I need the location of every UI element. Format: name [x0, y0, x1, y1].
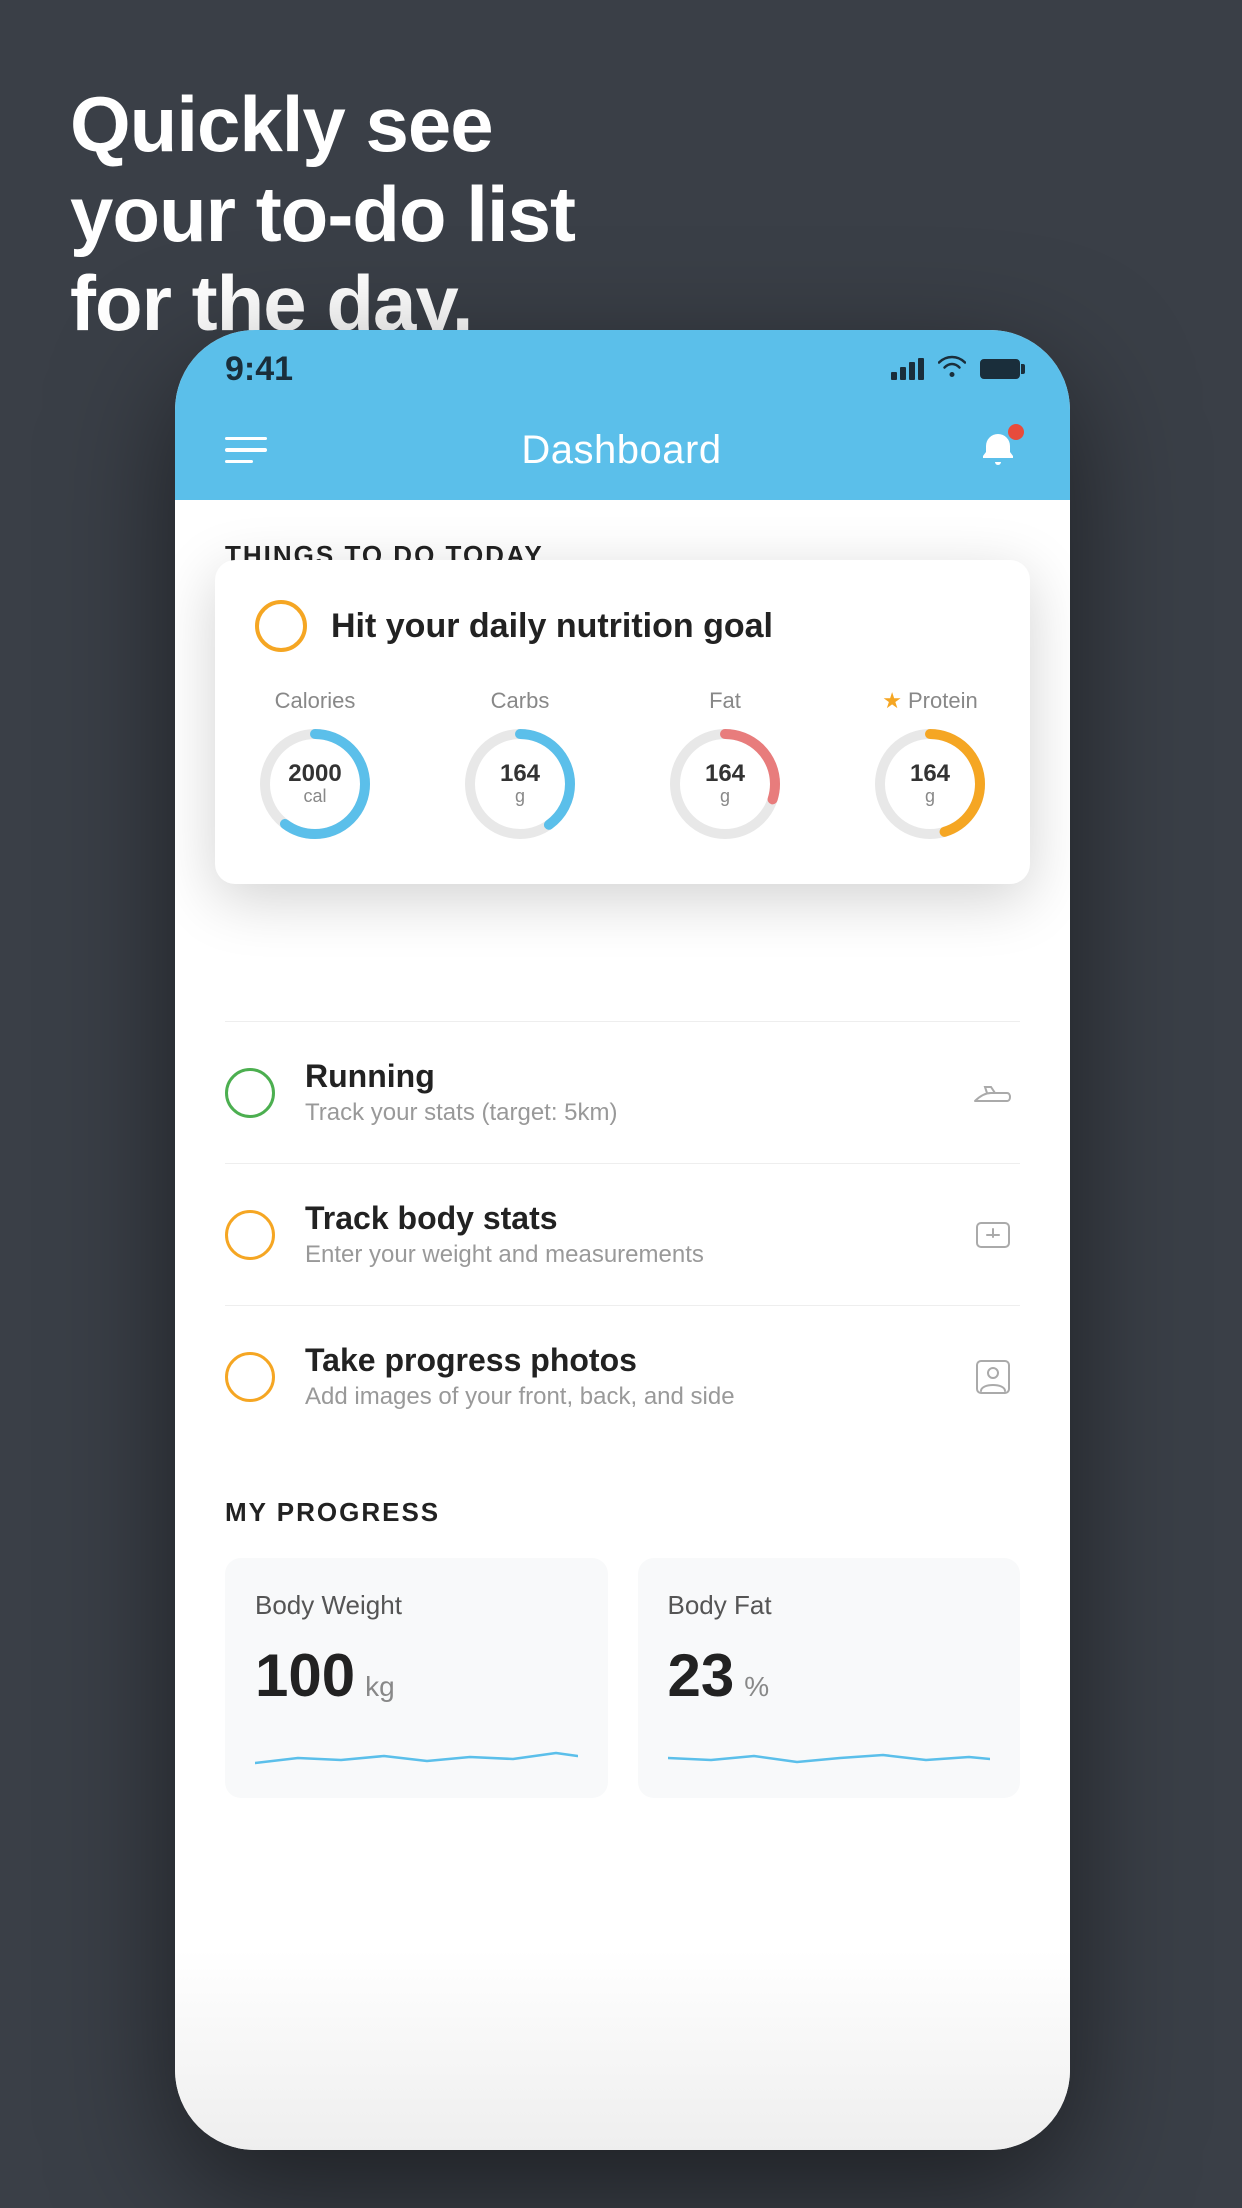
body-stats-title: Track body stats	[305, 1200, 936, 1237]
signal-icon	[891, 358, 924, 380]
nav-title: Dashboard	[521, 428, 721, 473]
body-weight-card[interactable]: Body Weight 100 kg	[225, 1558, 608, 1798]
body-fat-unit: %	[744, 1671, 769, 1703]
status-time: 9:41	[225, 350, 293, 389]
body-fat-chart	[668, 1728, 991, 1778]
page-headline: Quickly see your to-do list for the day.	[70, 80, 575, 349]
nutrition-card-title: Hit your daily nutrition goal	[331, 607, 773, 646]
body-fat-value: 23 %	[668, 1641, 991, 1710]
nav-bar: Dashboard	[175, 400, 1070, 500]
body-stats-subtitle: Enter your weight and measurements	[305, 1241, 936, 1269]
shoe-icon	[966, 1066, 1020, 1120]
nutrition-card: Hit your daily nutrition goal Calories 2…	[215, 560, 1030, 884]
photos-title: Take progress photos	[305, 1342, 936, 1379]
body-fat-card[interactable]: Body Fat 23 %	[638, 1558, 1021, 1798]
status-icons	[891, 355, 1020, 384]
body-weight-value: 100 kg	[255, 1641, 578, 1710]
body-weight-chart	[255, 1728, 578, 1778]
running-subtitle: Track your stats (target: 5km)	[305, 1099, 936, 1127]
todo-item-photos[interactable]: Take progress photos Add images of your …	[225, 1305, 1020, 1447]
fat-label: Fat	[709, 688, 741, 714]
nutrition-checkbox[interactable]	[255, 600, 307, 652]
progress-cards: Body Weight 100 kg Body Fat 23	[225, 1558, 1020, 1798]
person-icon	[966, 1350, 1020, 1404]
star-icon: ★	[882, 688, 902, 714]
body-stats-text: Track body stats Enter your weight and m…	[305, 1200, 936, 1269]
headline-line2: your to-do list	[70, 170, 575, 260]
body-stats-checkbox[interactable]	[225, 1210, 275, 1260]
nutrition-carbs: Carbs 164 g	[460, 688, 580, 844]
nutrition-calories: Calories 2000 cal	[255, 688, 375, 844]
progress-header: My Progress	[225, 1497, 1020, 1528]
photos-text: Take progress photos Add images of your …	[305, 1342, 936, 1411]
scale-icon	[966, 1208, 1020, 1262]
notification-dot	[1008, 424, 1024, 440]
photos-subtitle: Add images of your front, back, and side	[305, 1383, 936, 1411]
status-bar: 9:41	[175, 330, 1070, 400]
protein-ring: 164 g	[870, 724, 990, 844]
nutrition-fat: Fat 164 g	[665, 688, 785, 844]
progress-section: My Progress Body Weight 100 kg	[175, 1497, 1070, 1798]
carbs-ring: 164 g	[460, 724, 580, 844]
running-title: Running	[305, 1058, 936, 1095]
calories-label: Calories	[275, 688, 356, 714]
wifi-icon	[938, 355, 966, 384]
nutrition-protein: ★ Protein 164 g	[870, 688, 990, 844]
running-text: Running Track your stats (target: 5km)	[305, 1058, 936, 1127]
protein-label: ★ Protein	[882, 688, 977, 714]
menu-icon[interactable]	[225, 437, 267, 464]
todo-item-body-stats[interactable]: Track body stats Enter your weight and m…	[225, 1163, 1020, 1305]
bottom-fade	[175, 1950, 1070, 2150]
carbs-label: Carbs	[491, 688, 550, 714]
main-content: Things To Do Today Hit your daily nutrit…	[175, 500, 1070, 2150]
phone-mockup: 9:41 Dashboard	[175, 330, 1070, 2150]
photos-checkbox[interactable]	[225, 1352, 275, 1402]
fat-ring: 164 g	[665, 724, 785, 844]
battery-icon	[980, 359, 1020, 379]
body-weight-title: Body Weight	[255, 1590, 578, 1621]
running-checkbox[interactable]	[225, 1068, 275, 1118]
notification-icon[interactable]	[976, 428, 1020, 472]
body-fat-title: Body Fat	[668, 1590, 991, 1621]
nutrition-row: Calories 2000 cal Carbs	[255, 688, 990, 844]
calories-ring: 2000 cal	[255, 724, 375, 844]
todo-item-running[interactable]: Running Track your stats (target: 5km)	[225, 1021, 1020, 1163]
todo-list: Running Track your stats (target: 5km) T…	[175, 1021, 1070, 1447]
headline-line1: Quickly see	[70, 80, 575, 170]
body-weight-unit: kg	[365, 1671, 395, 1703]
